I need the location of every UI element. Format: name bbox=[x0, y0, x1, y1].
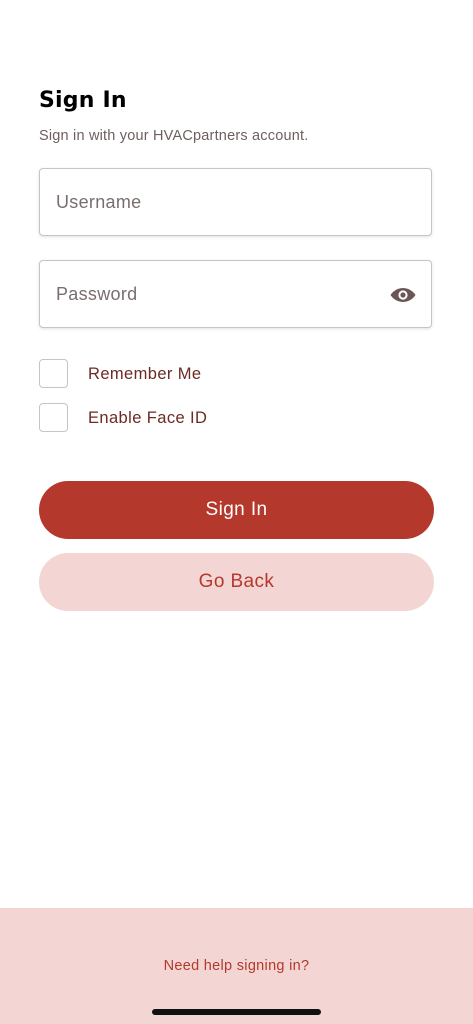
home-indicator bbox=[152, 1009, 321, 1015]
face-id-checkbox[interactable] bbox=[39, 403, 68, 432]
page-subtitle: Sign in with your HVACpartners account. bbox=[39, 128, 309, 144]
go-back-button[interactable]: Go Back bbox=[39, 553, 434, 611]
remember-me-label: Remember Me bbox=[88, 365, 202, 383]
sign-in-button[interactable]: Sign In bbox=[39, 481, 434, 539]
password-input[interactable] bbox=[56, 261, 376, 327]
username-input[interactable] bbox=[56, 169, 376, 235]
face-id-row[interactable]: Enable Face ID bbox=[39, 403, 339, 433]
footer: Need help signing in? bbox=[0, 908, 473, 1024]
page-title: Sign In bbox=[39, 88, 127, 113]
remember-me-checkbox[interactable] bbox=[39, 359, 68, 388]
remember-me-row[interactable]: Remember Me bbox=[39, 359, 339, 389]
eye-icon[interactable] bbox=[389, 283, 417, 307]
help-link[interactable]: Need help signing in? bbox=[0, 958, 473, 974]
face-id-label: Enable Face ID bbox=[88, 409, 208, 427]
password-field[interactable] bbox=[39, 260, 432, 328]
eye-icon-graphic bbox=[390, 288, 416, 302]
username-field[interactable] bbox=[39, 168, 432, 236]
